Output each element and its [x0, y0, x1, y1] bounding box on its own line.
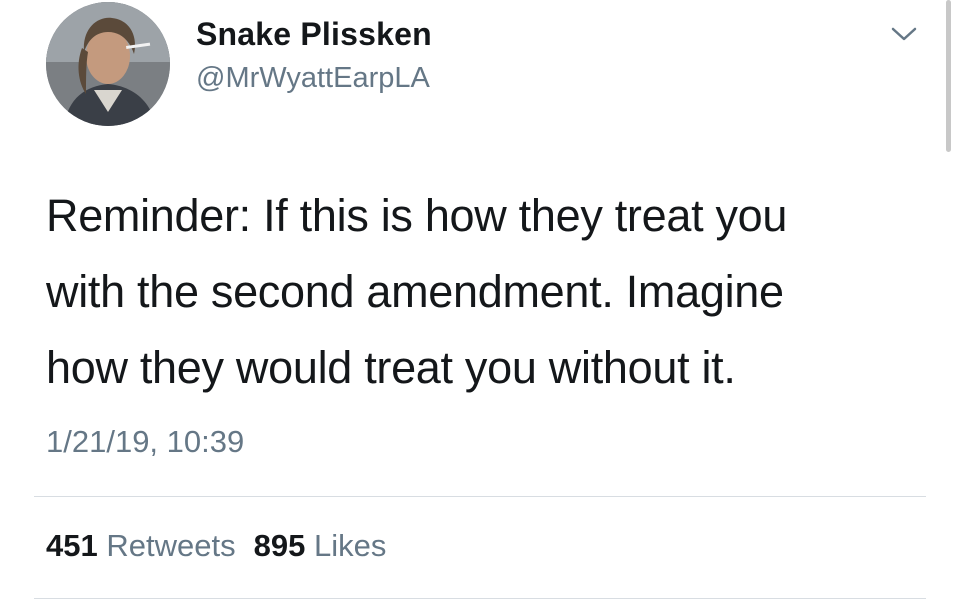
retweets-label: Retweets	[106, 528, 236, 563]
likes-stat[interactable]: 895 Likes	[254, 528, 387, 563]
author-handle[interactable]: @MrWyattEarpLA	[196, 62, 430, 95]
likes-count: 895	[253, 528, 306, 563]
tweet-stats: 451 Retweets 895 Likes	[46, 528, 404, 564]
tweet-text-line: how they would treat you without it.	[46, 342, 736, 393]
avatar[interactable]	[46, 2, 170, 126]
profile-photo	[46, 2, 170, 126]
retweets-stat[interactable]: 451 Retweets	[46, 528, 236, 563]
retweets-count: 451	[46, 528, 98, 563]
tweet-text-line: Reminder: If this is how they treat you	[46, 190, 788, 241]
author-name[interactable]: Snake Plissken	[196, 16, 432, 53]
tweet-timestamp[interactable]: 1/21/19, 10:39	[46, 424, 244, 460]
tweet-text-line: with the second amendment. Imagine	[46, 266, 784, 317]
scrollbar[interactable]	[946, 0, 951, 152]
divider	[34, 496, 926, 497]
likes-label: Likes	[313, 528, 387, 563]
tweet-text: Reminder: If this is how they treat you …	[46, 178, 926, 406]
divider	[34, 598, 926, 599]
chevron-down-icon[interactable]	[890, 24, 918, 44]
